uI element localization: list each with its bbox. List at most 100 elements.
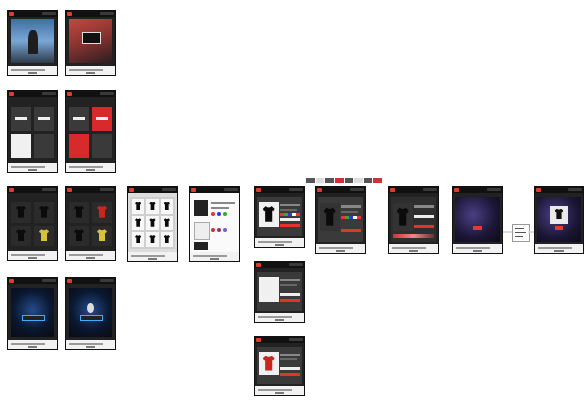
color-options[interactable] [341, 215, 362, 219]
thumbnail[interactable] [344, 178, 354, 183]
color-options[interactable] [280, 213, 301, 216]
add-to-cart-button[interactable] [280, 299, 301, 303]
add-to-cart-button[interactable] [280, 372, 301, 376]
nav-menu[interactable] [42, 188, 56, 191]
screen-listing-dark-2[interactable] [65, 186, 116, 261]
checkout-button[interactable] [414, 224, 435, 229]
product-card[interactable] [92, 202, 112, 223]
brand-logo[interactable] [67, 279, 72, 283]
screen-filter-options[interactable] [189, 186, 240, 262]
screen-product-detail-white[interactable] [254, 261, 305, 323]
thumbnail[interactable] [373, 178, 382, 183]
screen-scene-modal[interactable] [534, 186, 584, 254]
nav-menu[interactable] [100, 12, 114, 15]
product-card[interactable] [69, 225, 89, 246]
nav-menu[interactable] [224, 188, 238, 191]
color-swatch[interactable] [223, 228, 227, 232]
color-swatch[interactable] [217, 228, 221, 232]
product-card[interactable] [132, 199, 145, 214]
thumbnail[interactable] [363, 178, 373, 183]
nav-menu[interactable] [289, 188, 303, 191]
color-swatch[interactable] [217, 212, 221, 216]
brand-logo[interactable] [256, 263, 261, 267]
add-to-cart-button[interactable] [341, 228, 362, 233]
cta-button[interactable] [473, 226, 482, 230]
product-modal[interactable] [550, 206, 568, 224]
category-tile[interactable] [92, 107, 112, 131]
product-card[interactable] [160, 215, 173, 231]
screen-scene-promo[interactable] [452, 186, 503, 254]
nav-menu[interactable] [42, 92, 56, 95]
screen-product-detail[interactable] [254, 186, 305, 248]
nav-menu[interactable] [42, 279, 56, 282]
screen-neon[interactable] [7, 277, 58, 350]
color-swatch[interactable] [211, 212, 215, 216]
nav-menu[interactable] [289, 338, 303, 341]
size-select[interactable] [280, 218, 301, 222]
thumbnail[interactable] [306, 178, 315, 183]
brand-logo[interactable] [67, 12, 72, 16]
brand-logo[interactable] [9, 188, 14, 192]
product-card[interactable] [160, 232, 173, 247]
brand-logo[interactable] [9, 92, 14, 96]
brand-logo[interactable] [454, 188, 459, 192]
product-card[interactable] [34, 202, 54, 223]
category-tile[interactable] [92, 134, 112, 158]
size-select[interactable] [280, 367, 301, 370]
brand-logo[interactable] [256, 188, 261, 192]
nav-menu[interactable] [487, 188, 501, 191]
screen-product-detail-red[interactable] [254, 336, 305, 396]
screen-categories-red[interactable] [65, 90, 116, 173]
brand-logo[interactable] [67, 92, 72, 96]
product-card[interactable] [132, 215, 145, 231]
popover-menu[interactable] [512, 224, 530, 242]
category-tile[interactable] [34, 107, 54, 131]
thumbnail[interactable] [325, 178, 334, 183]
product-card[interactable] [11, 225, 31, 246]
product-card[interactable] [34, 225, 54, 246]
category-tile[interactable] [11, 134, 31, 158]
screen-home-red[interactable] [65, 10, 116, 76]
cta-button[interactable] [554, 226, 564, 230]
nav-menu[interactable] [100, 92, 114, 95]
product-card[interactable] [146, 199, 159, 214]
nav-menu[interactable] [100, 188, 114, 191]
brand-logo[interactable] [9, 279, 14, 283]
product-card[interactable] [11, 202, 31, 223]
screen-categories[interactable] [7, 90, 58, 173]
brand-logo[interactable] [191, 188, 196, 192]
quantity-stepper[interactable] [414, 215, 435, 219]
size-select[interactable] [280, 293, 301, 297]
nav-menu[interactable] [289, 263, 303, 266]
screen-neon-modal[interactable] [65, 277, 116, 350]
nav-menu[interactable] [568, 188, 582, 191]
brand-logo[interactable] [390, 188, 395, 192]
product-card[interactable] [146, 232, 159, 247]
product-card[interactable] [146, 215, 159, 231]
nav-menu[interactable] [162, 188, 176, 191]
product-card[interactable] [69, 202, 89, 223]
add-to-cart-button[interactable] [280, 224, 301, 228]
thumbnail[interactable] [315, 178, 325, 183]
category-tile[interactable] [34, 134, 54, 158]
nav-menu[interactable] [423, 188, 437, 191]
category-tile[interactable] [11, 107, 31, 131]
category-tile[interactable] [69, 134, 89, 158]
screen-cart[interactable] [388, 186, 439, 254]
thumbnail[interactable] [334, 178, 344, 183]
screen-listing-grid[interactable] [127, 186, 178, 262]
category-tile[interactable] [69, 107, 89, 131]
nav-menu[interactable] [42, 12, 56, 15]
color-swatch[interactable] [223, 212, 227, 216]
brand-logo[interactable] [536, 188, 541, 192]
brand-logo[interactable] [9, 12, 14, 16]
brand-logo[interactable] [67, 188, 72, 192]
screen-home-photo[interactable] [7, 10, 58, 76]
product-card[interactable] [132, 232, 145, 247]
brand-logo[interactable] [317, 188, 322, 192]
screen-product-variant[interactable] [315, 186, 366, 254]
product-card[interactable] [92, 225, 112, 246]
nav-menu[interactable] [350, 188, 364, 191]
nav-menu[interactable] [100, 279, 114, 282]
brand-logo[interactable] [129, 188, 134, 192]
